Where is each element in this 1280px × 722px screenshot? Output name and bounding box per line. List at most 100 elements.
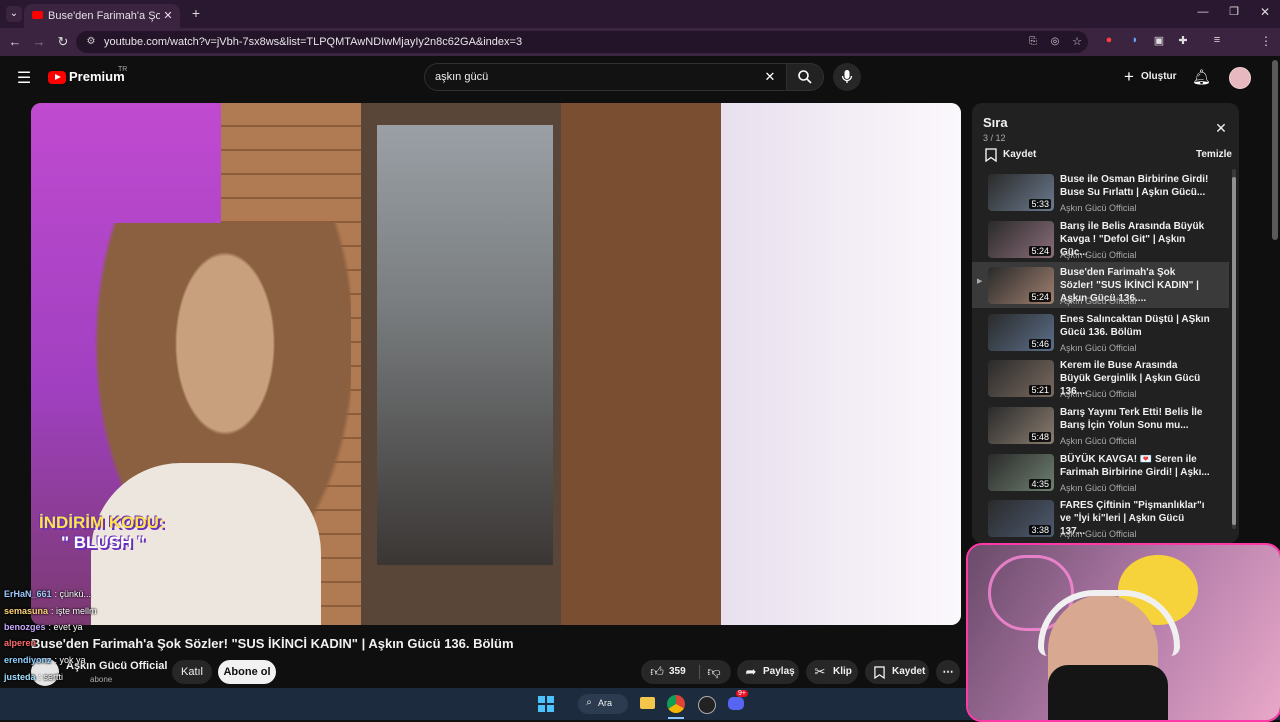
more-actions-icon[interactable]: ⋯ — [936, 660, 960, 684]
page-scrollbar[interactable] — [1272, 60, 1278, 240]
playlist-item[interactable]: 3:38 FARES Çiftinin "Pişmanlıklar"ı ve "İ… — [972, 499, 1229, 543]
windows-start-icon[interactable] — [538, 696, 554, 712]
chat-text: : işte mellm — [51, 606, 97, 616]
clip-button[interactable]: ✂ Klip — [806, 660, 858, 684]
join-button[interactable]: Katıl — [172, 660, 212, 684]
browser-tab[interactable]: Buse'den Farimah'a Şok Sözler! "SUS İKİN… — [24, 4, 180, 28]
close-playlist-icon[interactable]: ✕ — [1214, 120, 1228, 137]
clear-search-icon[interactable]: ✕ — [763, 69, 777, 85]
like-button[interactable]: 👍︎ 359 — [641, 660, 697, 684]
search-button[interactable] — [786, 63, 824, 91]
subscriber-count: abone — [90, 675, 113, 684]
playlist-item-title: BÜYÜK KAVGA! 💌 Seren ile Farimah Birbiri… — [1060, 453, 1210, 478]
share-icon: ➦ — [745, 664, 757, 679]
tab-search-icon[interactable]: ⌄ — [6, 6, 22, 22]
chrome-menu-icon[interactable]: ⋮ — [1260, 34, 1272, 48]
bookmark-icon — [874, 666, 885, 679]
playlist-item-title: Barış Yayını Terk Etti! Belis İle Barış … — [1060, 407, 1203, 431]
chat-username: semasuna — [4, 606, 49, 616]
chat-message: alperen — [4, 637, 39, 649]
search-icon — [798, 70, 812, 84]
site-info-icon[interactable]: ⚙ — [84, 31, 98, 53]
playlist-item[interactable]: 4:35 BÜYÜK KAVGA! 💌 Seren ile Farimah Bir… — [972, 453, 1229, 499]
file-explorer-icon[interactable] — [640, 697, 655, 709]
playlist-item-duration: 5:48 — [1029, 432, 1051, 442]
playlist-item-channel: Aşkın Gücü Official — [1060, 342, 1137, 353]
playlist-item-duration: 3:38 — [1029, 525, 1051, 536]
share-label: Paylaş — [763, 666, 795, 677]
discord-badge: 9+ — [736, 690, 748, 697]
eye-off-icon[interactable]: ◎ — [1048, 31, 1062, 53]
chat-username: justeda — [4, 672, 36, 682]
bookmark-star-icon[interactable]: ☆ — [1070, 31, 1084, 53]
youtube-favicon-icon — [32, 11, 43, 19]
video-bright-window — [721, 103, 961, 625]
extension-icon[interactable]: ▣ — [1152, 34, 1166, 47]
brand-country: TR — [118, 66, 128, 73]
chat-text: : yok ya — [54, 655, 86, 665]
playlist-item-thumbnail: 5:48 — [988, 407, 1054, 444]
video-door-window — [377, 125, 553, 565]
tab-title: Buse'den Farimah'a Şok Sözler! "SUS İKİN… — [48, 10, 160, 22]
playlist-position: 3 / 12 — [983, 133, 1006, 143]
playlist-item-thumbnail: 3:38 — [988, 500, 1054, 538]
hamburger-menu-icon[interactable]: ☰ — [16, 68, 32, 88]
window-close-icon[interactable]: ✕ — [1258, 5, 1272, 19]
playlist-scrollbar[interactable] — [1232, 169, 1236, 529]
reading-list-icon[interactable]: ≡ — [1210, 34, 1224, 46]
save-button[interactable]: Kaydet — [865, 660, 929, 684]
like-divider — [699, 665, 700, 679]
reload-icon[interactable]: ↻ — [56, 34, 70, 50]
thumbs-down-icon[interactable]: 👎︎ — [705, 660, 723, 684]
new-tab-icon[interactable]: + — [188, 4, 204, 22]
playlist-item-thumbnail: 5:46 — [988, 313, 1054, 351]
address-bar[interactable]: ⚙ youtube.com/watch?v=jVbh-7sx8ws&list=T… — [76, 31, 1088, 53]
playlist-item-thumbnail: 5:24 — [988, 220, 1054, 258]
maximize-icon[interactable]: ❐ — [1227, 5, 1241, 18]
minimize-icon[interactable]: — — [1196, 6, 1210, 18]
extensions-puzzle-icon[interactable]: ✚ — [1176, 34, 1190, 47]
extension-blue-icon[interactable]: ◗ — [1128, 34, 1142, 46]
voice-search-button[interactable] — [833, 63, 861, 91]
chat-text: : çünkü... — [54, 589, 92, 599]
playlist-item-channel: Aşkın Gücü Official — [1060, 203, 1137, 213]
playlist-item-channel: Aşkın Gücü Official — [1060, 249, 1137, 260]
playlist-item[interactable]: 5:33 Buse ile Osman Birbirine Girdi! Buse… — [972, 173, 1229, 219]
playlist-item-channel: Aşkın Gücü Official — [1060, 436, 1137, 446]
install-icon[interactable]: ⎘ — [1026, 31, 1040, 53]
brand-text: Premium — [69, 69, 125, 84]
share-button[interactable]: ➦ Paylaş — [737, 660, 799, 684]
forward-icon[interactable]: → — [32, 34, 46, 49]
search-input[interactable]: aşkın gücü ✕ — [424, 63, 790, 91]
playlist-item-duration: 5:33 — [1029, 199, 1051, 209]
chat-text: : sertti — [38, 672, 64, 682]
playlist-item[interactable]: 5:48 Barış Yayını Terk Etti! Belis İle Ba… — [972, 406, 1229, 452]
back-icon[interactable]: ← — [8, 34, 22, 49]
video-player[interactable]: İNDİRİM KODU: " BLUSH " — [31, 103, 961, 625]
playlist-item[interactable]: ▶ 5:24 Buse'den Farimah'a Şok Sözler! "SUS… — [972, 262, 1229, 309]
playlist-item[interactable]: 5:46 Enes Salıncaktan Düştü | AŞkın Gücü … — [972, 313, 1229, 359]
promo-line-1: İNDİRİM KODU: — [39, 513, 165, 532]
tab-close-icon[interactable]: ✕ — [162, 4, 174, 28]
streamer-webcam — [966, 543, 1280, 722]
chrome-icon[interactable] — [667, 695, 685, 713]
playlist-item-duration: 5:46 — [1029, 338, 1051, 349]
like-count: 359 — [669, 666, 686, 677]
discord-icon[interactable] — [728, 697, 744, 710]
create-label: Oluştur — [1141, 71, 1177, 82]
clip-label: Klip — [833, 666, 852, 677]
playlist-item[interactable]: 5:21 Kerem ile Buse Arasında Büyük Gergin… — [972, 359, 1229, 405]
playlist-item-thumbnail: 5:21 — [988, 360, 1054, 398]
clear-playlist-button[interactable]: Temizle — [1196, 149, 1232, 160]
account-avatar[interactable] — [1229, 67, 1251, 89]
obs-icon[interactable] — [698, 696, 716, 714]
playlist-item-channel: Aşkın Gücü Official — [1060, 482, 1137, 493]
extension-red-icon[interactable]: ● — [1102, 34, 1116, 46]
playlist-scrollbar-thumb[interactable] — [1232, 177, 1236, 525]
notifications-bell-icon[interactable]: 🔔︎ — [1192, 68, 1211, 86]
subscribe-button[interactable]: Abone ol — [218, 660, 276, 684]
playlist-item-title: Buse ile Osman Birbirine Girdi! Buse Su … — [1060, 174, 1209, 198]
now-playing-icon: ▶ — [977, 278, 983, 286]
playlist-item[interactable]: 5:24 Barış ile Belis Arasında Büyük Kavga… — [972, 220, 1229, 266]
taskbar-search[interactable]: ⌕ Ara — [578, 694, 628, 714]
